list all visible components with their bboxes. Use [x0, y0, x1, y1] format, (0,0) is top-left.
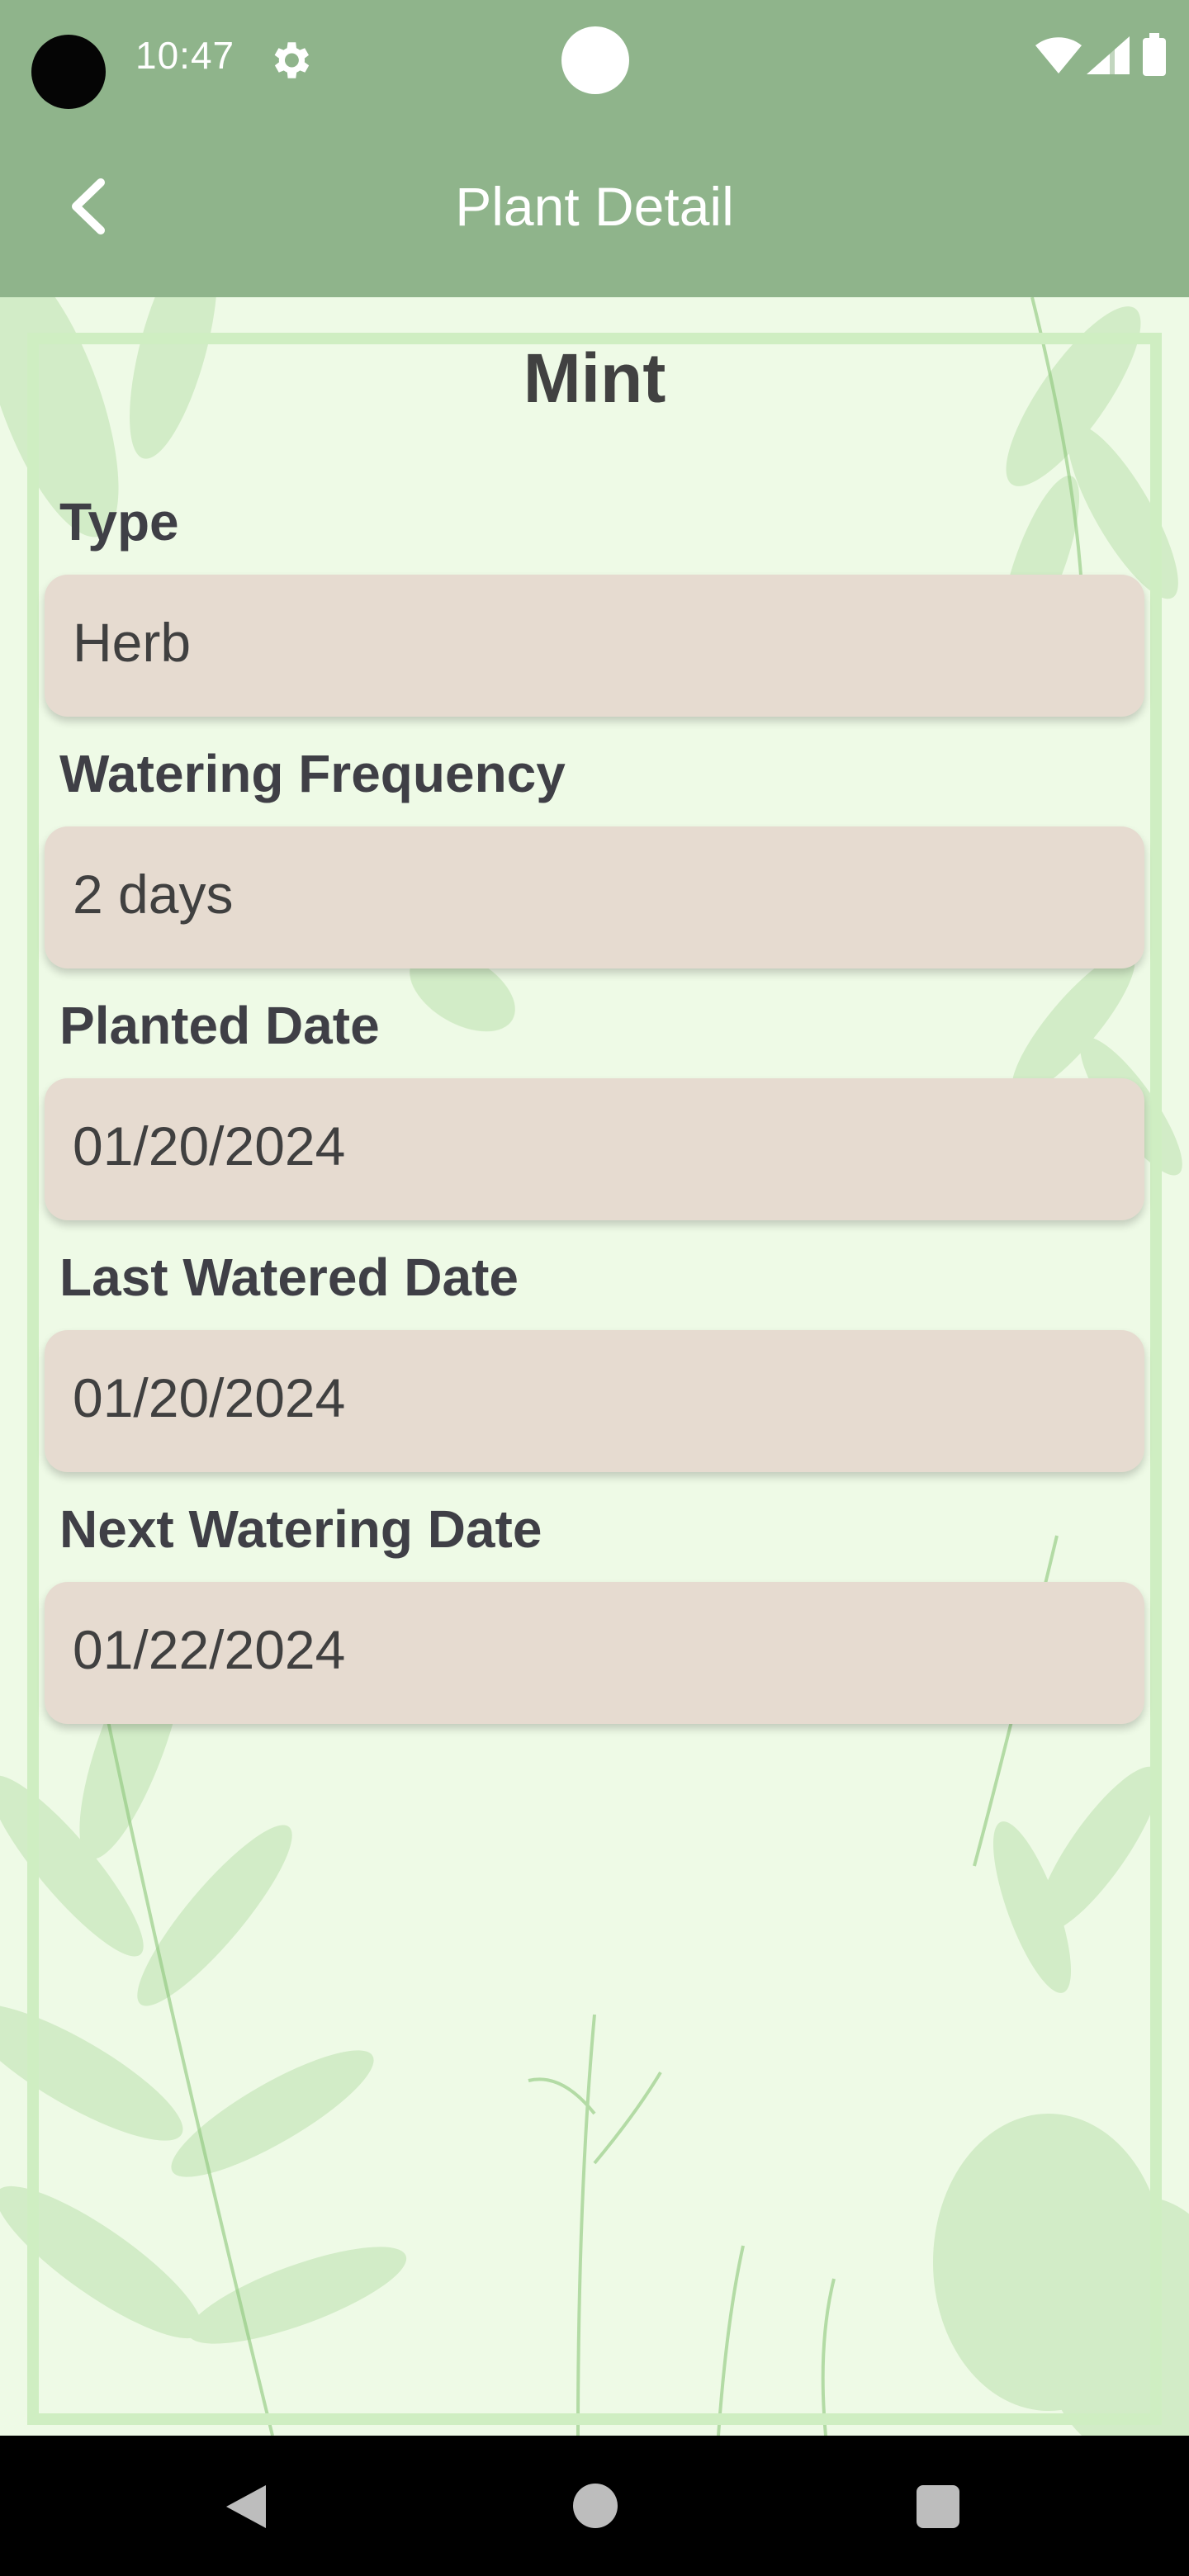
back-triangle-icon[interactable]: [223, 2482, 269, 2531]
plant-name-heading: Mint: [523, 339, 666, 417]
planted-date-field[interactable]: 01/20/2024: [45, 1078, 1144, 1220]
next-watering-date-label: Next Watering Date: [59, 1499, 542, 1559]
type-field[interactable]: Herb: [45, 575, 1144, 717]
signal-icon: [1087, 36, 1130, 74]
planted-date-label: Planted Date: [59, 996, 380, 1055]
status-time: 10:47: [135, 34, 235, 77]
recents-square-icon[interactable]: [917, 2485, 959, 2528]
plant-detail-content: Mint Type Herb Watering Frequency 2 days…: [0, 297, 1189, 2436]
page-title: Plant Detail: [455, 176, 734, 237]
gear-icon: [274, 42, 310, 78]
battery-icon: [1143, 33, 1166, 76]
last-watered-date-field[interactable]: 01/20/2024: [45, 1330, 1144, 1472]
wifi-icon: [1035, 37, 1082, 73]
last-watered-date-value: 01/20/2024: [73, 1367, 346, 1428]
camera-dot: [561, 26, 629, 94]
watering-frequency-value: 2 days: [73, 864, 234, 925]
home-circle-icon[interactable]: [573, 2484, 618, 2528]
app-bar: Plant Detail: [0, 116, 1189, 297]
planted-date-value: 01/20/2024: [73, 1115, 346, 1177]
camera-cutout: [31, 35, 106, 109]
watering-frequency-field[interactable]: 2 days: [45, 826, 1144, 968]
type-value: Herb: [73, 612, 192, 673]
next-watering-date-field[interactable]: 01/22/2024: [45, 1582, 1144, 1724]
system-navigation-bar: [0, 2436, 1189, 2576]
last-watered-date-label: Last Watered Date: [59, 1248, 519, 1307]
type-label: Type: [59, 492, 179, 552]
next-watering-date-value: 01/22/2024: [73, 1619, 346, 1680]
watering-frequency-label: Watering Frequency: [59, 744, 566, 803]
status-bar: 10:47: [0, 0, 1189, 116]
